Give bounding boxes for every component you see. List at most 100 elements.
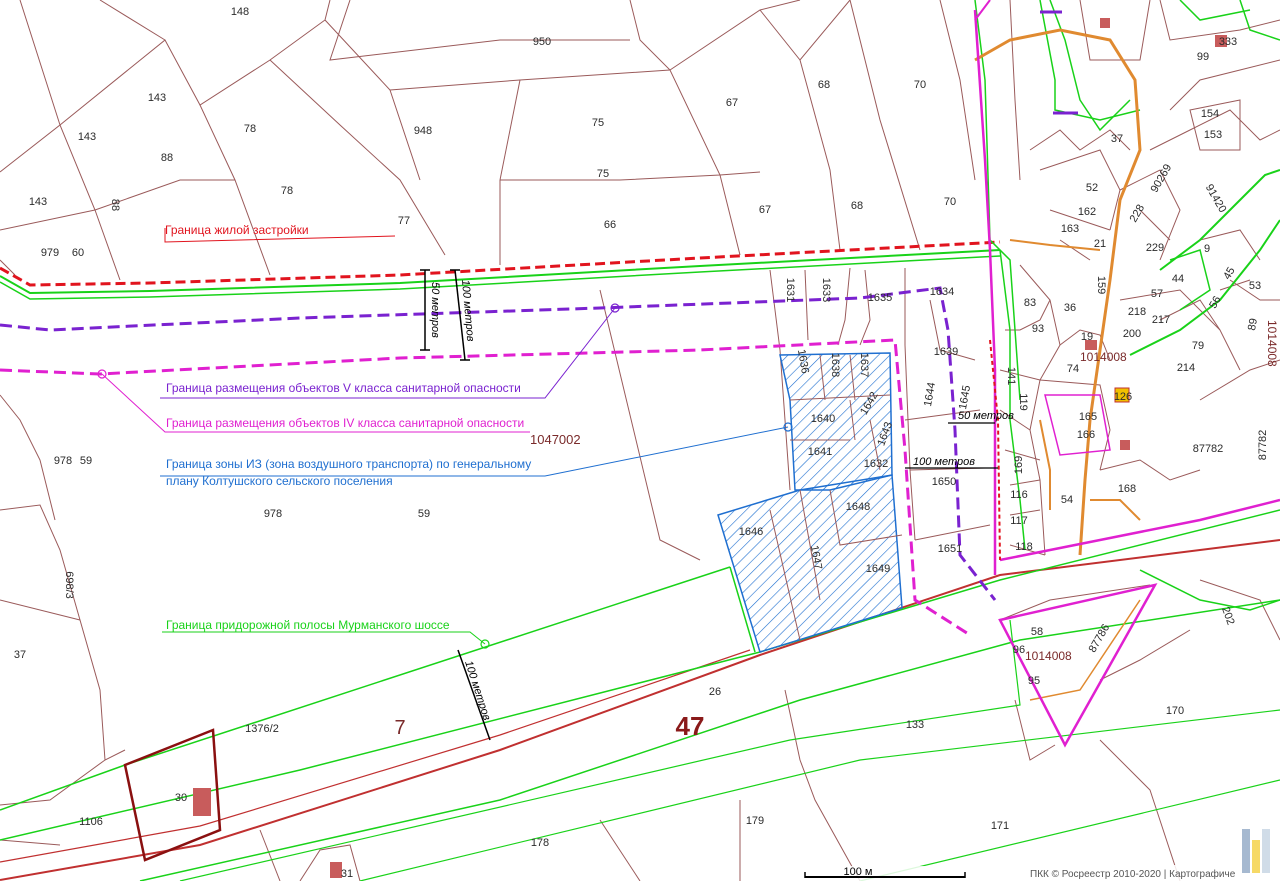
svg-text:1635: 1635 — [868, 292, 892, 304]
svg-text:96: 96 — [1013, 644, 1025, 656]
legend-airzone-line2: плану Колтушского сельского поселения — [166, 474, 393, 488]
svg-text:1633: 1633 — [820, 278, 832, 302]
svg-text:87782: 87782 — [1193, 443, 1224, 455]
svg-text:75: 75 — [597, 168, 609, 180]
svg-text:78: 78 — [244, 123, 256, 135]
svg-text:143: 143 — [29, 196, 47, 208]
svg-text:698/3: 698/3 — [63, 571, 75, 599]
svg-text:948: 948 — [414, 125, 432, 137]
svg-text:1638: 1638 — [829, 353, 841, 377]
svg-text:950: 950 — [533, 36, 551, 48]
svg-text:166: 166 — [1077, 429, 1095, 441]
svg-text:87786: 87786 — [1087, 622, 1113, 654]
svg-text:88: 88 — [161, 152, 173, 164]
distance-50-vertical: 50 метров — [429, 282, 441, 338]
svg-text:1631: 1631 — [784, 278, 796, 302]
svg-text:45: 45 — [1221, 265, 1238, 282]
scale-bar: 100 м — [800, 866, 975, 881]
svg-text:89: 89 — [1246, 317, 1260, 331]
cadastral-map[interactable]: Граница жилой застройки Граница размещен… — [0, 0, 1280, 881]
svg-text:153: 153 — [1204, 129, 1222, 141]
svg-text:126: 126 — [1114, 391, 1132, 403]
svg-text:70: 70 — [944, 196, 956, 208]
svg-text:36: 36 — [1064, 302, 1076, 314]
highway-road — [0, 509, 1280, 881]
svg-text:154: 154 — [1201, 108, 1219, 120]
svg-text:1632: 1632 — [864, 458, 888, 470]
svg-text:1646: 1646 — [739, 526, 763, 538]
svg-text:217: 217 — [1152, 314, 1170, 326]
svg-text:59: 59 — [418, 508, 430, 520]
svg-text:57: 57 — [1151, 288, 1163, 300]
svg-text:88: 88 — [109, 199, 121, 211]
legend-pointers — [97, 228, 793, 649]
svg-text:91420: 91420 — [1203, 182, 1229, 214]
building-30 — [193, 788, 211, 816]
svg-text:70: 70 — [914, 79, 926, 91]
svg-text:68: 68 — [818, 79, 830, 91]
svg-text:93: 93 — [1032, 323, 1044, 335]
svg-text:1376/2: 1376/2 — [245, 723, 279, 735]
svg-text:218: 218 — [1128, 306, 1146, 318]
svg-text:1650: 1650 — [932, 476, 956, 488]
svg-text:67: 67 — [726, 97, 738, 109]
svg-text:79: 79 — [1192, 340, 1204, 352]
svg-text:66: 66 — [604, 219, 616, 231]
svg-text:30: 30 — [175, 792, 187, 804]
svg-text:19: 19 — [1081, 331, 1093, 343]
svg-text:170: 170 — [1166, 705, 1184, 717]
svg-text:178: 178 — [531, 837, 549, 849]
legend-residential: Граница жилой застройки — [165, 223, 309, 237]
svg-text:141: 141 — [1005, 367, 1017, 385]
svg-text:171: 171 — [991, 820, 1009, 832]
svg-text:162: 162 — [1078, 206, 1096, 218]
svg-text:1644: 1644 — [922, 381, 938, 407]
svg-text:118: 118 — [1015, 541, 1033, 553]
quarter-label: 1014008 — [1025, 649, 1072, 663]
settlement-outline — [973, 0, 1280, 748]
svg-text:163: 163 — [1061, 223, 1079, 235]
svg-text:1639: 1639 — [934, 346, 958, 358]
scale-label: 100 м — [844, 866, 873, 878]
svg-text:1634: 1634 — [930, 286, 954, 298]
svg-text:202: 202 — [1219, 605, 1237, 626]
svg-text:214: 214 — [1177, 362, 1195, 374]
svg-text:21: 21 — [1094, 238, 1106, 250]
svg-text:133: 133 — [906, 719, 924, 731]
parcel-labels: 148 950 143 143 78 948 75 75 68 68 67 67… — [14, 6, 1269, 880]
svg-text:169: 169 — [1013, 456, 1025, 474]
svg-text:1648: 1648 — [846, 501, 870, 513]
svg-text:68: 68 — [851, 200, 863, 212]
settlement-roads — [974, 28, 1142, 701]
svg-text:978: 978 — [264, 508, 282, 520]
svg-text:99: 99 — [1197, 51, 1209, 63]
svg-text:44: 44 — [1172, 273, 1184, 285]
distance-100-right: 100 метров — [913, 456, 975, 468]
svg-text:9: 9 — [1204, 243, 1210, 255]
svg-text:168: 168 — [1118, 483, 1136, 495]
svg-text:148: 148 — [231, 6, 249, 18]
svg-text:78: 78 — [281, 185, 293, 197]
svg-text:1651: 1651 — [938, 543, 962, 555]
svg-text:77: 77 — [398, 215, 410, 227]
svg-text:1640: 1640 — [811, 413, 835, 425]
svg-text:37: 37 — [14, 649, 26, 661]
svg-text:87782: 87782 — [1257, 430, 1269, 461]
svg-text:119: 119 — [1017, 393, 1029, 411]
building — [1100, 18, 1110, 28]
svg-text:200: 200 — [1123, 328, 1141, 340]
svg-text:54: 54 — [1061, 494, 1073, 506]
svg-text:228: 228 — [1128, 203, 1148, 225]
svg-text:31: 31 — [341, 868, 353, 880]
quarter-label: 1014008 — [1080, 350, 1127, 364]
legend-class4: Граница размещения объектов IV класса са… — [166, 416, 524, 430]
svg-text:165: 165 — [1079, 411, 1097, 423]
svg-text:1106: 1106 — [79, 816, 103, 828]
svg-text:979: 979 — [41, 247, 59, 259]
svg-text:83: 83 — [1024, 297, 1036, 309]
svg-text:1649: 1649 — [866, 563, 890, 575]
svg-text:333: 333 — [1219, 36, 1237, 48]
svg-text:1641: 1641 — [808, 446, 832, 458]
svg-text:1645: 1645 — [957, 384, 973, 410]
svg-text:60: 60 — [72, 247, 84, 259]
